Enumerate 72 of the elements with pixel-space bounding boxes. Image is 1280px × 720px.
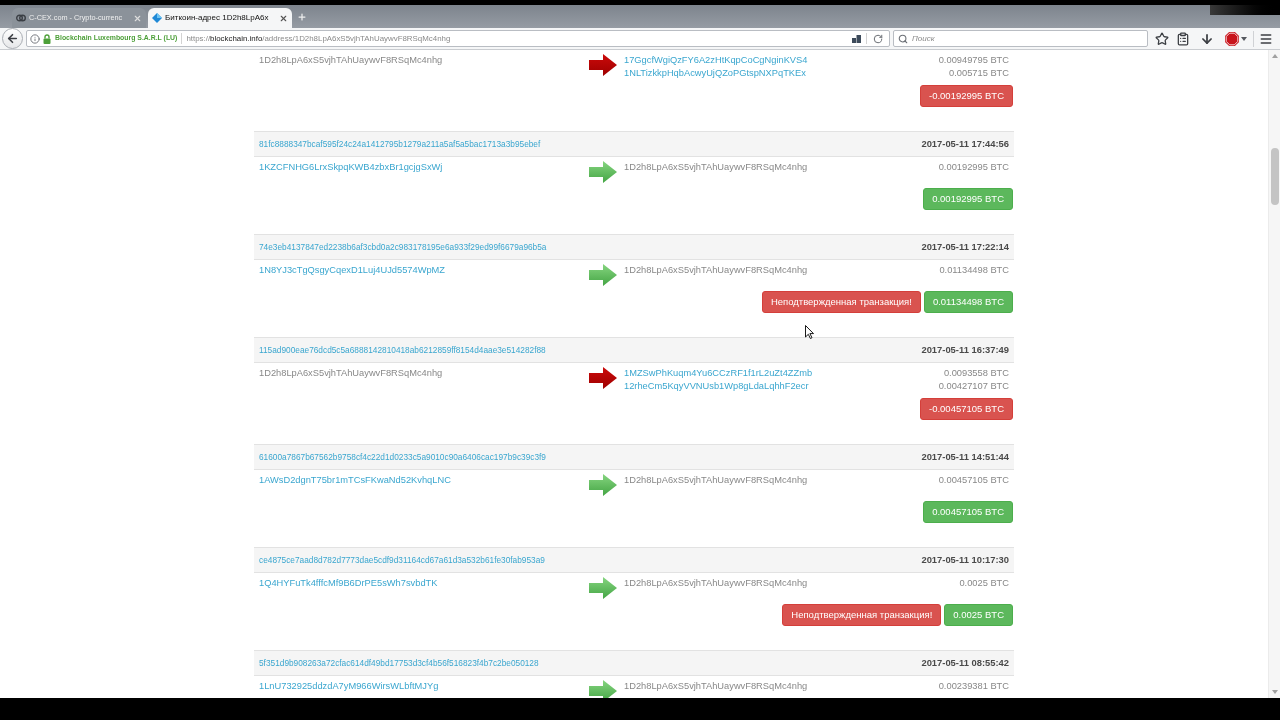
arrow-left-icon [6,32,19,45]
address-link[interactable]: 1Q4HYFuTk4fffcMf9B6DrPE5sWh7svbdTK [259,577,438,590]
address-link[interactable]: 1LnU732925ddzdA7yM966WirsWLbftMJYg [259,680,439,693]
transaction-hash-link[interactable]: ce4875ce7aad8d782d7773dae5cdf9d31164cd67a61d3a532b61fe30fab953a9 [259,553,545,567]
transaction-hash-link[interactable]: 115ad900eae76dcd5c5a6888142810418ab6212859ff8154d4aae3e514282f88 [259,343,546,357]
amount-text: 0.01134498 BTC [939,264,1009,277]
transaction-time: 2017-05-11 14:51:44 [921,449,1009,464]
status-badge: 0.01134498 BTC [923,291,1013,313]
browser-tab[interactable]: Биткоин-адрес 1D2h8LpA6x [148,8,292,28]
address-text: 1D2h8LpA6xS5vjhTAhUaywvF8RSqMc4nhg [259,54,443,67]
status-badge: Неподтвержденная транзакция! [782,604,942,626]
stop-sign-icon[interactable] [1225,31,1239,46]
address-text: 1D2h8LpA6xS5vjhTAhUaywvF8RSqMc4nhg [624,577,808,590]
transaction-time: 2017-05-11 17:44:56 [921,136,1009,151]
title-bar-corner [1210,5,1280,15]
address-text: 1D2h8LpA6xS5vjhTAhUaywvF8RSqMc4nhg [259,367,443,380]
address-link[interactable]: 1KZCFNHG6LrxSkpqKWB4zbxBr1gcjgSxWj [259,161,443,174]
arrow-right-icon [589,264,617,286]
arrow-right-icon [589,54,617,76]
arrow-right-icon [589,474,617,496]
address-link[interactable]: 17GgcfWgiQzFY6A2zHtKqpCoCgNginKVS4 [624,54,808,67]
download-icon[interactable] [1200,31,1214,46]
diamond-icon [152,13,162,23]
status-badge: 0.00192995 BTC [923,188,1013,210]
status-badge: -0.00192995 BTC [920,85,1013,107]
amount-text: 0.005715 BTC [949,67,1009,80]
status-badge: 0.00457105 BTC [923,501,1013,523]
amount-text: 0.0093558 BTC [943,367,1009,380]
address-link[interactable]: 1MZSwPhKuqm4Yu6CCzRF1f1rL2uZt4ZZmb [624,367,813,380]
caret-down-icon[interactable] [1241,36,1247,41]
transaction-hash-link[interactable]: 61600a7867b67562b9758cf4c22d1d0233c5a9010c90a6406cac197b9c39c3f9 [259,450,546,464]
arrow-right-icon [589,680,617,698]
status-badge: 0.0025 BTC [944,604,1013,626]
status-badge: Неподтвержденная транзакция! [761,291,921,313]
info-icon[interactable] [30,33,40,44]
transaction-hash-link[interactable]: 81fc8888347bcaf595f24c24a1412795b1279a211a5af5a5bac1713a3b95ebef [259,137,541,151]
amount-text: 0.00457105 BTC [938,474,1009,487]
address-text: 1D2h8LpA6xS5vjhTAhUaywvF8RSqMc4nhg [624,264,808,277]
address-link[interactable]: 1N8YJ3cTgQsgyCqexD1Luj4UJd5574WpMZ [259,264,446,277]
amount-text: 0.0025 BTC [959,577,1009,590]
clipboard-icon[interactable] [1176,31,1190,46]
amount-text: 0.00239381 BTC [938,680,1009,693]
transaction-time: 2017-05-11 10:17:30 [921,552,1009,567]
address-link[interactable]: 1NLTizkkpHqbAcwyUjQZoPGtspNXPqTKEx [624,67,806,80]
search-icon [898,33,908,44]
transaction-time: 2017-05-11 08:55:42 [921,655,1009,670]
reload-icon[interactable] [873,33,883,44]
transaction-time: 2017-05-11 17:22:14 [921,239,1009,254]
address-text: 1D2h8LpA6xS5vjhTAhUaywvF8RSqMc4nhg [624,161,808,174]
amount-text: 0.00427107 BTC [938,380,1009,393]
arrow-right-icon [589,577,617,599]
arrow-right-icon [589,161,617,183]
rings-icon [16,14,26,22]
transaction-hash-link[interactable]: 74e3eb4137847ed2238b6af3cbd0a2c983178195e6a933f29ed99f6679a96b5a [259,240,547,254]
transaction-time: 2017-05-11 16:37:49 [921,342,1009,357]
star-icon[interactable] [1155,31,1169,46]
arrow-right-icon [589,367,617,389]
back-button[interactable] [2,28,23,49]
scrollbar-thumb[interactable] [1270,148,1279,205]
status-badge: -0.00457105 BTC [920,398,1013,420]
blocks-icon[interactable] [852,34,861,43]
close-icon[interactable] [279,13,288,23]
transaction-hash-link[interactable]: 5f351d9b908263a72cfac614df49bd17753d3cf4b56f516823f4b7c2be050128 [259,656,539,670]
address-text: 1D2h8LpA6xS5vjhTAhUaywvF8RSqMc4nhg [624,474,808,487]
address-text: 1D2h8LpA6xS5vjhTAhUaywvF8RSqMc4nhg [624,680,808,693]
lock-icon [43,33,51,44]
amount-text: 0.00192995 BTC [938,161,1009,174]
amount-text: 0.00949795 BTC [938,54,1009,67]
search-field[interactable]: Поиск [893,30,1148,47]
menu-icon[interactable] [1259,31,1273,46]
address-link[interactable]: 12rheCm5KqyVVNUsb1Wp8gLdaLqhhF2ecr [624,380,809,393]
address-link[interactable]: 1AWsD2dgnT75br1mTCsFKwaNd52KvhqLNC [259,474,451,487]
